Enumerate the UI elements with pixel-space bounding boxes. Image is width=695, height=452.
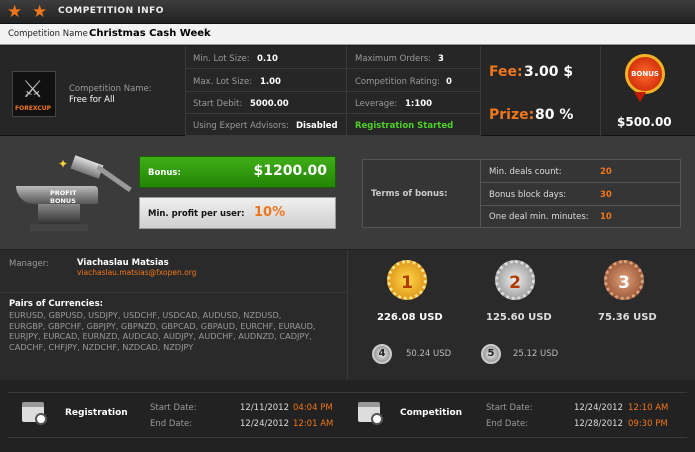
reg-end-label: End Date: (150, 419, 193, 429)
place-number: 4 (378, 348, 386, 359)
star-icon: ★ (7, 2, 23, 22)
start-debit-value: 5000.00 (250, 99, 289, 109)
reg-end-time: 12:01 AM (293, 419, 334, 429)
reg-end-date: 12/24/2012 (240, 419, 289, 429)
prize-first-amount: 226.08 USD (377, 312, 443, 323)
max-lot-value: 1.00 (260, 77, 281, 87)
divider (347, 250, 348, 380)
clock-icon (35, 413, 47, 425)
reg-start-label: Start Date: (150, 403, 197, 413)
leverage-label: Leverage: (355, 99, 398, 109)
bonus-box: Bonus: $1200.00 (139, 156, 336, 188)
place-number: 5 (487, 348, 495, 359)
comp-end-time: 09:30 PM (628, 419, 668, 429)
max-orders-value: 3 (438, 54, 444, 64)
rating-value: 0 (446, 77, 452, 87)
prize-label: Prize: (489, 107, 535, 123)
logo-text: FOREXCUP (15, 105, 52, 112)
pairs-line: EURUSD, GBPUSD, USDJPY, USDCHF, USDCAD, … (9, 310, 282, 320)
term-value: 10 (600, 212, 612, 222)
clock-icon (371, 413, 383, 425)
ea-label: Using Expert Advisors: (193, 121, 289, 131)
bonus-badge-text: BONUS (631, 70, 659, 78)
rating-label: Competition Rating: (355, 77, 440, 87)
ribbon-icon (634, 92, 646, 102)
max-lot-label: Max. Lot Size: (193, 77, 253, 87)
anvil-foot (30, 224, 88, 231)
title-bar: ★ ★ COMPETITION INFO (0, 0, 695, 24)
competition-name-value: Christmas Cash Week (89, 28, 211, 39)
pairs-label: Pairs of Currencies: (9, 299, 104, 309)
term-value: 20 (600, 167, 612, 177)
prize-third-amount: 75.36 USD (598, 312, 657, 323)
term-label: Bonus block days: (489, 190, 567, 200)
bonus-label: Bonus: (148, 168, 181, 178)
window-title: COMPETITION INFO (58, 6, 164, 16)
pairs-line: EURJPY, EURCAD, EURNZD, AUDCAD, AUDJPY, … (9, 331, 312, 341)
min-lot-label: Min. Lot Size: (193, 54, 250, 64)
bonus-total: $500.00 (617, 115, 672, 129)
min-lot-value: 0.10 (257, 54, 278, 64)
manager-email-link[interactable]: viachaslau.matsias@fxopen.org (77, 268, 196, 277)
anvil-text: PROFIT BONUS (50, 189, 77, 205)
term-label: One deal min. minutes: (489, 212, 589, 222)
bonus-badge-icon: BONUS (625, 54, 665, 94)
fee-value: 3.00 $ (524, 64, 574, 80)
min-profit-label: Min. profit per user: (148, 209, 245, 219)
prize-fourth-amount: 50.24 USD (406, 349, 452, 359)
ea-value: Disabled (296, 121, 338, 131)
min-profit-value: 10% (254, 205, 286, 220)
anvil-base (38, 204, 80, 224)
star-icon: ★ (32, 2, 48, 22)
reg-start-date: 12/11/2012 (240, 403, 289, 413)
comp-name-label: Competition Name: (69, 84, 152, 94)
divider (480, 205, 680, 206)
terms-box: Terms of bonus: Min. deals count: 20 Bon… (362, 159, 681, 228)
comp-start-date: 12/24/2012 (574, 403, 623, 413)
max-orders-label: Maximum Orders: (355, 54, 432, 64)
divider (480, 182, 680, 183)
divider (0, 292, 347, 293)
silver-medal-icon: 2 (495, 260, 535, 300)
term-label: Min. deals count: (489, 167, 562, 177)
terms-label: Terms of bonus: (371, 189, 448, 199)
registration-title: Registration (65, 408, 128, 418)
pairs-list: EURUSD, GBPUSD, USDJPY, USDCHF, USDCAD, … (9, 310, 344, 352)
prize-fifth-amount: 25.12 USD (513, 349, 559, 359)
comp-end-label: End Date: (486, 419, 529, 429)
leverage-value: 1:100 (405, 99, 433, 109)
gold-medal-icon: 1 (387, 260, 427, 300)
bronze-medal-icon: 3 (604, 260, 644, 300)
divider (480, 160, 481, 227)
term-value: 30 (600, 190, 612, 200)
manager-label: Manager: (9, 259, 49, 269)
fourth-place-icon: 4 (372, 344, 392, 364)
bonus-value: $1200.00 (253, 163, 327, 179)
manager-name: Viachaslau Matsias (77, 258, 169, 268)
competition-name-label: Competition Name (8, 29, 88, 39)
competition-name-bar: Competition Name Christmas Cash Week (0, 24, 695, 45)
spark-icon: ✦ (58, 157, 69, 171)
comp-start-time: 12:10 AM (628, 403, 669, 413)
fee-label: Fee: (489, 64, 523, 80)
prize-value: 80 % (535, 107, 574, 123)
status-badge: Registration Started (355, 121, 454, 131)
comp-name-value: Free for All (69, 95, 115, 105)
pairs-line: EURGBP, GBPCHF, GBPJPY, GBPNZD, GBPCAD, … (9, 320, 316, 331)
competition-title: Competition (400, 408, 463, 418)
comp-start-label: Start Date: (486, 403, 533, 413)
prize-second-amount: 125.60 USD (486, 312, 552, 323)
comp-end-date: 12/28/2012 (574, 419, 623, 429)
pairs-line: CADCHF, CHFJPY, NZDCHF, NZDCAD, NZDJPY (9, 341, 194, 352)
min-profit-box: Min. profit per user: 10% (139, 197, 336, 229)
reg-start-time: 04:04 PM (293, 403, 333, 413)
forexcup-logo: ⚔ FOREXCUP (12, 71, 56, 117)
fifth-place-icon: 5 (481, 344, 501, 364)
start-debit-label: Start Debit: (193, 99, 243, 109)
crossed-axes-icon: ⚔ (22, 75, 44, 103)
